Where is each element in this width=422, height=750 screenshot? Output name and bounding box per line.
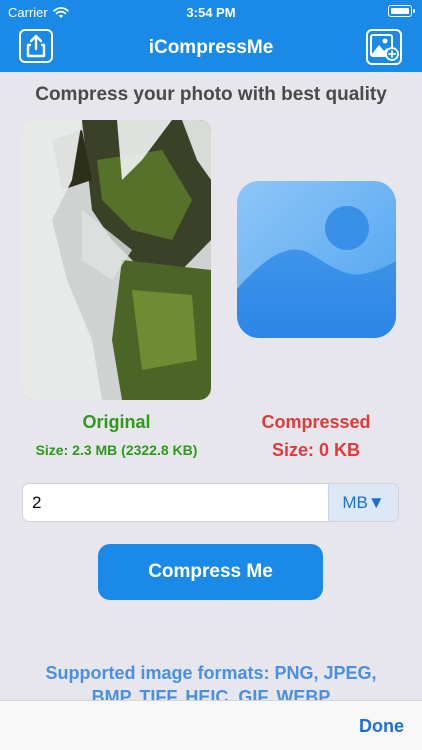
compressed-label: Compressed: [261, 412, 371, 432]
original-label: Original: [82, 412, 151, 432]
original-photo[interactable]: [22, 120, 211, 400]
unit-dropdown[interactable]: MB▼: [328, 484, 398, 521]
target-size-row: MB▼: [22, 483, 399, 522]
image-placeholder-icon: [237, 181, 396, 338]
target-size-input[interactable]: [23, 484, 330, 521]
original-size: Size: 2.3 MB (2322.8 KB): [35, 442, 198, 458]
status-time: 3:54 PM: [186, 5, 236, 20]
compress-button[interactable]: Compress Me: [98, 544, 323, 600]
top-bar: Carrier 3:54 PM iCompressMe: [0, 0, 422, 72]
compressed-image-placeholder: [237, 181, 396, 338]
add-photo-icon: [370, 34, 399, 61]
headline: Compress your photo with best quality: [35, 84, 387, 105]
compressed-size: Size: 0 KB: [271, 440, 361, 460]
app-title: iCompressMe: [148, 37, 274, 58]
done-button[interactable]: Done: [359, 716, 404, 737]
add-photo-button[interactable]: [366, 29, 402, 65]
battery-icon: [388, 5, 415, 17]
waterfall-image: [22, 120, 211, 400]
status-bar: Carrier 3:54 PM: [0, 0, 422, 24]
supported-formats-text: Supported image formats: PNG, JPEG, BMP,…: [45, 663, 377, 701]
bottom-toolbar: Done: [0, 700, 422, 750]
